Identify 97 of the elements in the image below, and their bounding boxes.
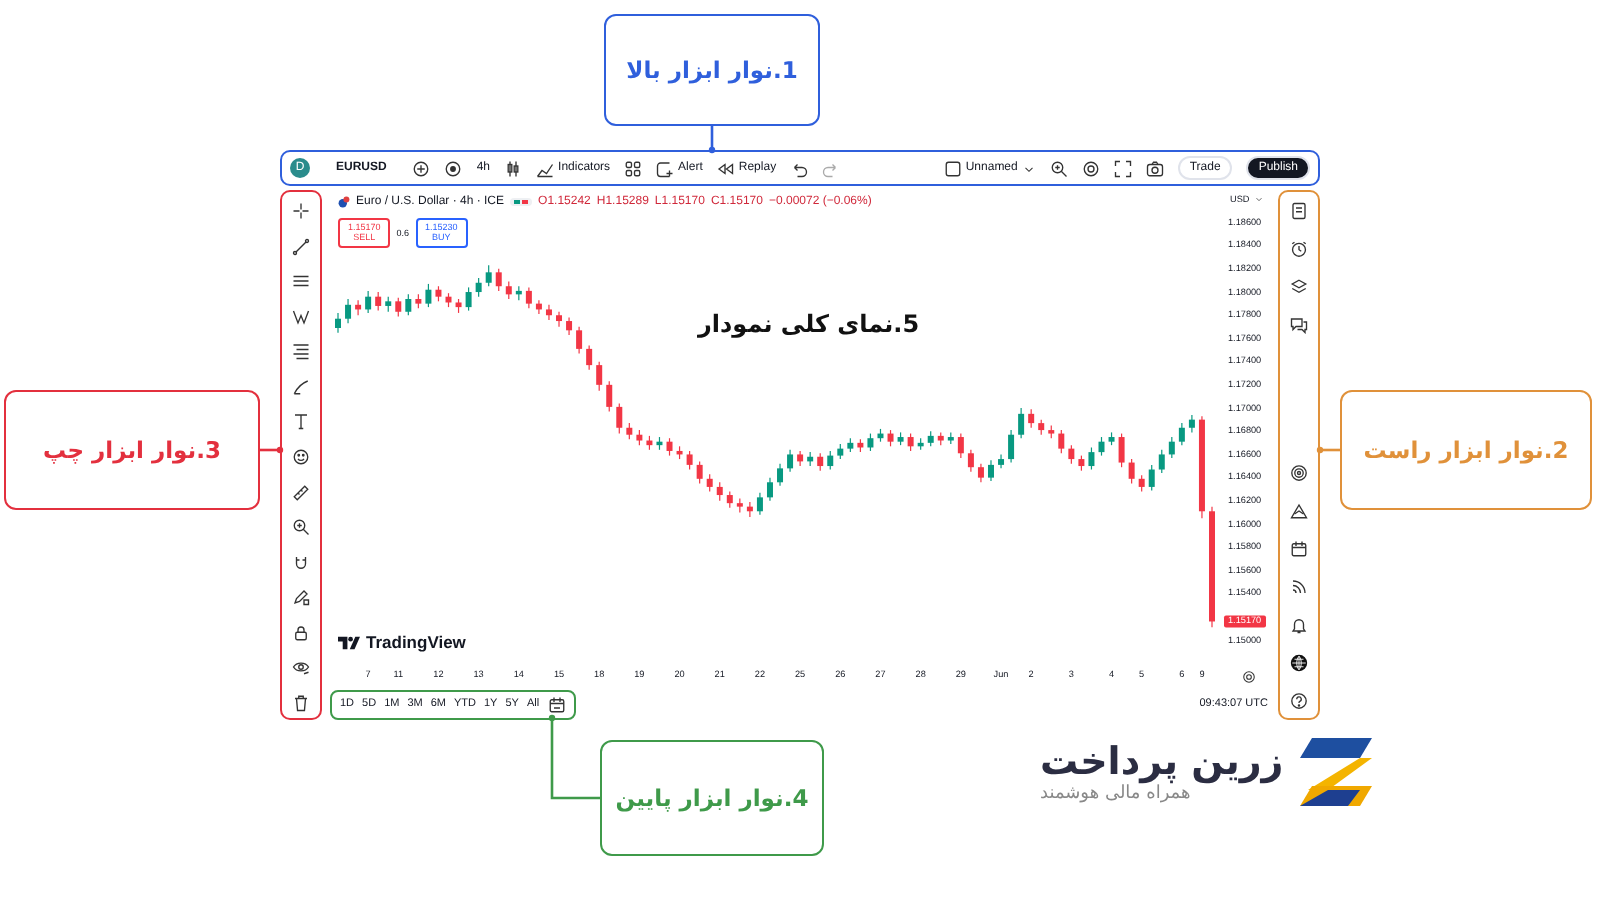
help-icon[interactable] (1290, 692, 1308, 710)
plus-circle-icon[interactable] (412, 159, 431, 177)
callout-label: 3.نوار ابزار چپ (4, 390, 260, 510)
search-icon[interactable] (1049, 159, 1068, 177)
candlestick (1068, 444, 1075, 465)
fullscreen-icon[interactable] (1113, 159, 1132, 177)
candles-icon[interactable] (504, 159, 523, 177)
candlestick (977, 463, 984, 483)
calendar-icon[interactable] (547, 695, 566, 713)
target-icon[interactable] (1290, 464, 1308, 482)
candlestick (1018, 407, 1025, 439)
crosshair-icon[interactable] (292, 202, 310, 220)
candlestick (777, 463, 784, 487)
candlestick (525, 286, 532, 309)
candlestick (465, 286, 472, 312)
candlestick (1158, 449, 1165, 474)
candlestick (967, 449, 974, 473)
alarm-clock-icon[interactable] (1290, 240, 1308, 258)
candlestick (335, 312, 341, 334)
candlestick (1088, 446, 1095, 471)
undo-icon[interactable] (790, 159, 809, 177)
candlestick (998, 453, 1005, 469)
candlestick (556, 311, 563, 328)
chart-line-icon (536, 159, 555, 177)
candlestick (485, 264, 492, 287)
candlestick (827, 450, 834, 471)
candlestick (1008, 429, 1015, 464)
brand-logo-icon (1299, 736, 1372, 808)
candlestick (987, 459, 994, 482)
calendar-icon[interactable] (1290, 540, 1308, 558)
candlestick (475, 277, 482, 298)
layers-icon[interactable] (1290, 278, 1308, 296)
logo-icon (338, 635, 360, 649)
smiley-icon[interactable] (292, 447, 310, 466)
candlestick (1118, 432, 1125, 468)
target-icon[interactable] (444, 159, 463, 177)
candlestick (787, 449, 794, 473)
brush-icon[interactable] (292, 377, 310, 396)
chart-label: 5.نمای کلی نمودار (698, 310, 920, 338)
triangle-chart-icon[interactable] (1290, 502, 1308, 520)
bell-icon[interactable] (1290, 616, 1308, 634)
alarm-plus-icon (656, 159, 675, 177)
brand-watermark: TradingView (366, 632, 466, 652)
brand-name: زرین پرداخت (1040, 739, 1284, 784)
candlestick (616, 402, 623, 435)
candlestick (1178, 422, 1185, 446)
candlestick (375, 291, 382, 312)
magnet-icon[interactable] (292, 553, 310, 572)
candlestick (545, 304, 552, 321)
market-status-icon (510, 198, 533, 206)
zoom-in-icon[interactable] (292, 518, 310, 537)
candlestick (586, 344, 593, 371)
candlestick (1058, 429, 1065, 454)
globe-icon[interactable] (1290, 654, 1308, 672)
candlestick (766, 477, 773, 502)
candlestick (365, 290, 372, 314)
candlestick (395, 297, 402, 317)
callout-label: 2.نوار ابزار راست (1340, 390, 1592, 510)
candlestick (345, 298, 352, 324)
candlestick (495, 268, 502, 292)
watchlist-icon[interactable] (1290, 202, 1308, 220)
callout-label: 1.نوار ابزار بالا (604, 14, 820, 126)
square-icon (943, 159, 962, 177)
candlestick (716, 481, 723, 502)
chat-icon[interactable] (1290, 316, 1308, 334)
candlestick (686, 450, 693, 471)
candlestick (425, 283, 432, 308)
pen-lock-icon[interactable] (292, 588, 310, 607)
rewind-icon (716, 159, 735, 177)
pattern-icon[interactable] (292, 307, 310, 326)
camera-icon[interactable] (1145, 159, 1164, 177)
candlestick (957, 432, 964, 459)
lock-icon[interactable] (292, 623, 310, 642)
eye-icon[interactable] (292, 658, 310, 677)
candlestick (1148, 464, 1155, 491)
candlestick (1098, 436, 1105, 457)
brand-tagline: همراه مالی هوشمند (1040, 784, 1191, 805)
candlestick (756, 492, 763, 516)
currency-flag-icon (338, 196, 350, 208)
ruler-icon[interactable] (292, 483, 310, 501)
rss-icon[interactable] (1290, 578, 1308, 596)
caret-icon (1253, 194, 1264, 204)
grid-icon[interactable] (624, 159, 643, 177)
candlestick (1168, 436, 1175, 459)
candlestick (596, 361, 603, 392)
candlestick (696, 460, 703, 485)
candlestick (606, 380, 613, 413)
trash-icon[interactable] (292, 693, 310, 712)
candlestick (1028, 408, 1035, 429)
parallel-lines-icon[interactable] (292, 272, 310, 291)
candlestick (1128, 458, 1135, 485)
fibonacci-icon[interactable] (292, 342, 310, 361)
candlestick (576, 326, 583, 355)
trend-line-icon[interactable] (292, 237, 310, 256)
text-tool-icon[interactable] (292, 412, 310, 431)
candlestick (405, 293, 412, 316)
callout-label: 4.نوار ابزار پایین (600, 740, 824, 856)
